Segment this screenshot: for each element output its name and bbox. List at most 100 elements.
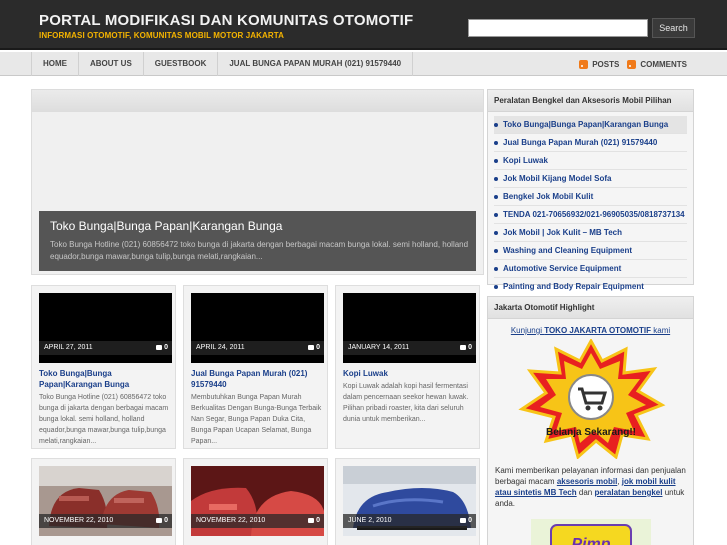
featured-slider[interactable]: Toko Bunga|Bunga Papan|Karangan Bunga To… xyxy=(31,89,484,275)
widget-link-label: Automotive Service Equipment xyxy=(503,264,622,273)
comment-count-value: 0 xyxy=(164,344,168,351)
post-title[interactable]: Toko Bunga|Bunga Papan|Karangan Bunga xyxy=(39,368,172,390)
widget-title: Peralatan Bengkel dan Aksesoris Mobil Pi… xyxy=(488,90,693,112)
post-card: APRIL 27, 2011 0 Toko Bunga|Bunga Papan|… xyxy=(31,285,176,449)
main-nav: HOME ABOUT US GUESTBOOK JUAL BUNGA PAPAN… xyxy=(0,52,727,76)
widget-link[interactable]: Jual Bunga Papan Murah (021) 91579440 xyxy=(494,134,687,152)
post-card: NOVEMBER 22, 2010 0 xyxy=(31,458,176,545)
comment-icon xyxy=(460,518,467,523)
comment-icon xyxy=(308,518,315,523)
bullet-icon xyxy=(494,123,498,127)
post-meta-bar: NOVEMBER 22, 2010 0 xyxy=(191,514,324,528)
comment-count[interactable]: 0 xyxy=(156,344,168,351)
sidebar-widget-highlight: Jakarta Otomotif Highlight Kunjungi TOKO… xyxy=(487,296,694,545)
widget-link[interactable]: Painting and Body Repair Equipment xyxy=(494,278,687,295)
comments-feed-label: COMMENTS xyxy=(640,59,687,69)
store-link[interactable]: Kunjungi TOKO JAKARTA OTOMOTIF kami xyxy=(488,326,693,335)
widget-link[interactable]: Jok Mobil | Jok Kulit – MB Tech xyxy=(494,224,687,242)
widget-link-label: Kopi Luwak xyxy=(503,156,548,165)
widget-link-label: Painting and Body Repair Equipment xyxy=(503,282,644,291)
post-date: NOVEMBER 22, 2010 xyxy=(196,517,266,524)
post-date: NOVEMBER 22, 2010 xyxy=(44,517,114,524)
pimp-text: Pimp xyxy=(571,536,610,545)
comment-count-value: 0 xyxy=(468,517,472,524)
comment-icon xyxy=(308,345,315,350)
link-aksesoris-mobil[interactable]: aksesoris mobil xyxy=(557,477,617,486)
post-excerpt: Toko Bunga Hotline (021) 60856472 toko b… xyxy=(39,394,169,445)
widget-link-label: Washing and Cleaning Equipment xyxy=(503,246,633,255)
comment-count[interactable]: 0 xyxy=(460,517,472,524)
widget-link[interactable]: Automotive Service Equipment xyxy=(494,260,687,278)
widget-link[interactable]: Washing and Cleaning Equipment xyxy=(494,242,687,260)
featured-caption: Toko Bunga|Bunga Papan|Karangan Bunga To… xyxy=(39,211,476,271)
posts-feed-label: POSTS xyxy=(592,59,620,69)
comment-count[interactable]: 0 xyxy=(460,344,472,351)
nav-item-guestbook[interactable]: GUESTBOOK xyxy=(144,52,219,76)
comment-count-value: 0 xyxy=(316,344,320,351)
widget-title: Jakarta Otomotif Highlight xyxy=(488,297,693,319)
post-meta-bar: APRIL 27, 2011 0 xyxy=(39,341,172,355)
bullet-icon xyxy=(494,231,498,235)
widget-link-list: Toko Bunga|Bunga Papan|Karangan Bunga Ju… xyxy=(488,112,693,295)
post-date: JANUARY 14, 2011 xyxy=(348,344,410,351)
rss-icon xyxy=(579,59,589,69)
store-description: Kami memberikan pelayanan informasi dan … xyxy=(488,459,693,509)
store-link-name: TOKO JAKARTA OTOMOTIF xyxy=(544,326,652,335)
pimp-banner[interactable]: Pimp xyxy=(530,519,651,545)
comments-feed-link[interactable]: COMMENTS xyxy=(627,59,687,69)
bullet-icon xyxy=(494,177,498,181)
search-button[interactable]: Search xyxy=(652,18,695,38)
post-date: APRIL 24, 2011 xyxy=(196,344,245,351)
widget-link[interactable]: Bengkel Jok Mobil Kulit xyxy=(494,188,687,206)
posts-feed-link[interactable]: POSTS xyxy=(579,59,620,69)
bullet-icon xyxy=(494,141,498,145)
post-card: JANUARY 14, 2011 0 Kopi Luwak Kopi Luwak… xyxy=(335,285,480,449)
comment-count[interactable]: 0 xyxy=(308,344,320,351)
store-link-prefix: Kunjungi xyxy=(510,326,545,335)
widget-link[interactable]: TENDA 021-70656932/021-96905035/08187371… xyxy=(494,206,687,224)
featured-header-bar xyxy=(32,90,483,112)
site-header: PORTAL MODIFIKASI DAN KOMUNITAS OTOMOTIF… xyxy=(0,0,727,50)
post-title[interactable]: Kopi Luwak xyxy=(343,368,476,379)
widget-link-label: Toko Bunga|Bunga Papan|Karangan Bunga xyxy=(503,120,669,129)
site-title[interactable]: PORTAL MODIFIKASI DAN KOMUNITAS OTOMOTIF xyxy=(39,12,413,29)
bullet-icon xyxy=(494,159,498,163)
link-peralatan-bengkel[interactable]: peralatan bengkel xyxy=(594,488,662,497)
comment-icon xyxy=(460,345,467,350)
featured-excerpt: Toko Bunga Hotline (021) 60856472 toko b… xyxy=(50,240,469,261)
nav-item-home[interactable]: HOME xyxy=(31,52,79,76)
featured-title[interactable]: Toko Bunga|Bunga Papan|Karangan Bunga xyxy=(50,219,282,233)
sidebar-widget-equipment: Peralatan Bengkel dan Aksesoris Mobil Pi… xyxy=(487,89,694,291)
post-title[interactable]: Jual Bunga Papan Murah (021) 91579440 xyxy=(191,368,324,390)
widget-link-label: Jual Bunga Papan Murah (021) 91579440 xyxy=(503,138,658,147)
comment-count-value: 0 xyxy=(468,344,472,351)
widget-link[interactable]: Kopi Luwak xyxy=(494,152,687,170)
comment-count-value: 0 xyxy=(316,517,320,524)
nav-item-jual-bunga-papan[interactable]: JUAL BUNGA PAPAN MURAH (021) 91579440 xyxy=(218,52,414,76)
post-excerpt: Kopi Luwak adalah kopi hasil fermentasi … xyxy=(343,383,469,423)
post-meta-bar: JANUARY 14, 2011 0 xyxy=(343,341,476,355)
nav-item-about-us[interactable]: ABOUT US xyxy=(79,52,144,76)
bullet-icon xyxy=(494,267,498,271)
badge-text: Belanja Sekarang!! xyxy=(545,427,635,438)
post-meta-bar: APRIL 24, 2011 0 xyxy=(191,341,324,355)
bullet-icon xyxy=(494,213,498,217)
post-date: APRIL 27, 2011 xyxy=(44,344,93,351)
site-description: INFORMASI OTOMOTIF, KOMUNITAS MOBIL MOTO… xyxy=(39,31,285,40)
shop-now-badge[interactable]: Belanja Sekarang!! xyxy=(516,337,666,460)
widget-link[interactable]: Toko Bunga|Bunga Papan|Karangan Bunga xyxy=(494,116,687,134)
pimp-banner-graphic: Pimp xyxy=(530,519,651,545)
post-excerpt: Membutuhkan Bunga Papan Murah Berkualita… xyxy=(191,394,322,445)
comment-icon xyxy=(156,345,163,350)
comment-count[interactable]: 0 xyxy=(156,517,168,524)
search-input[interactable] xyxy=(468,19,648,37)
post-card: NOVEMBER 22, 2010 0 xyxy=(183,458,328,545)
widget-link[interactable]: Jok Mobil Kijang Model Sofa xyxy=(494,170,687,188)
bullet-icon xyxy=(494,195,498,199)
post-meta-bar: JUNE 2, 2010 0 xyxy=(343,514,476,528)
widget-link-label: TENDA 021-70656932/021-96905035/08187371… xyxy=(503,210,685,219)
store-link-suffix: kami xyxy=(651,326,671,335)
post-meta-bar: NOVEMBER 22, 2010 0 xyxy=(39,514,172,528)
comment-count[interactable]: 0 xyxy=(308,517,320,524)
shop-now-badge-graphic: Belanja Sekarang!! xyxy=(517,337,665,460)
